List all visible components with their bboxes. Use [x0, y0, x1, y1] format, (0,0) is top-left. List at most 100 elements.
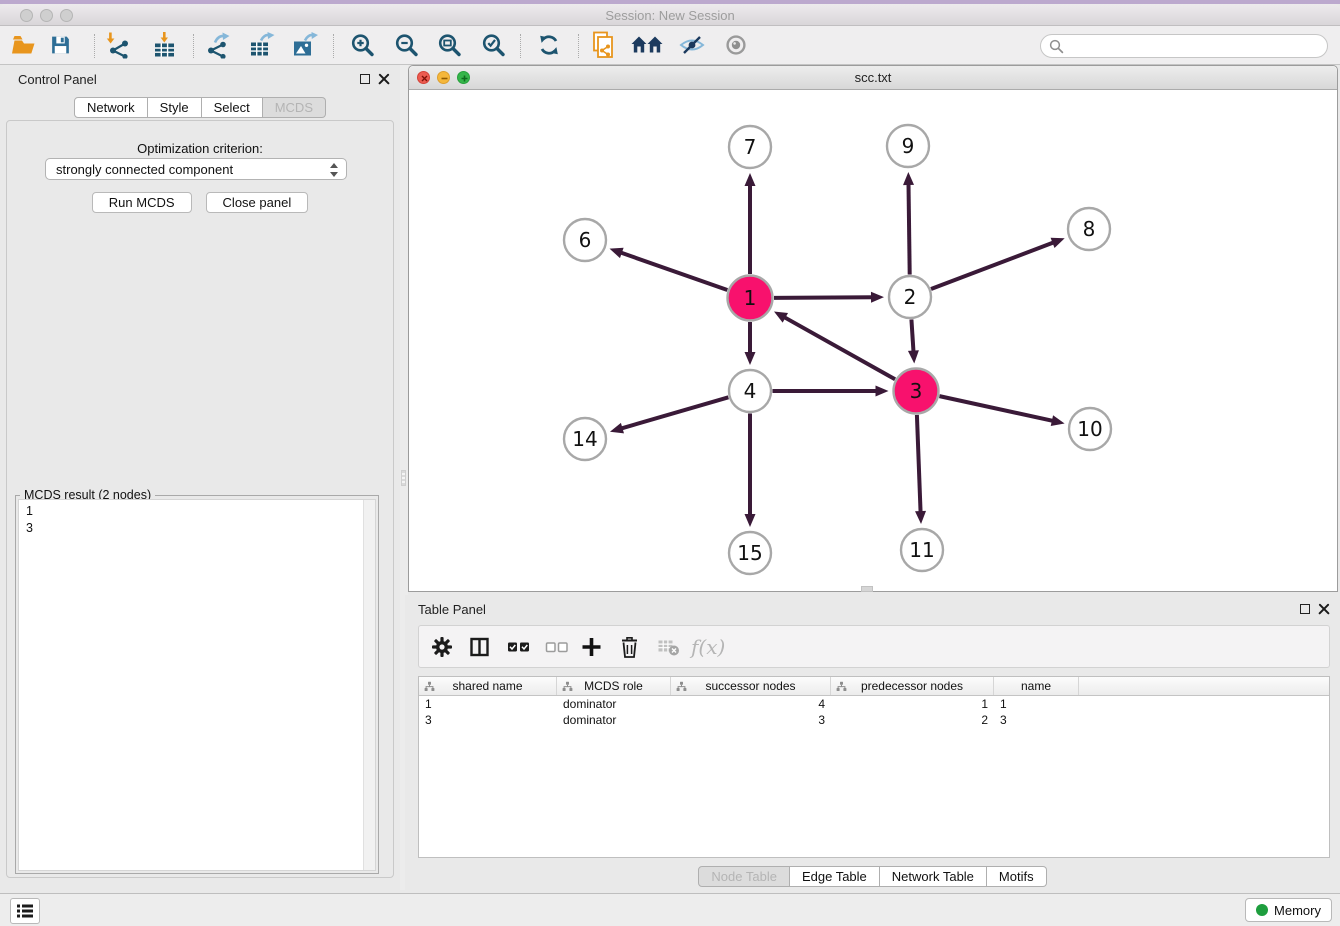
- graph-edge-arrowhead: [610, 248, 624, 258]
- graph-edge-1-6[interactable]: [620, 252, 727, 290]
- settings-gear-icon[interactable]: [431, 636, 453, 658]
- float-table-panel-icon[interactable]: [1300, 604, 1310, 614]
- tab-network[interactable]: Network: [74, 97, 148, 118]
- memory-status-dot: [1256, 904, 1268, 916]
- table-cell[interactable]: dominator: [557, 712, 671, 728]
- table-toolbar: f(x): [418, 625, 1330, 668]
- tab-select[interactable]: Select: [202, 97, 263, 118]
- zoom-selected-icon[interactable]: [481, 33, 506, 58]
- table-cell[interactable]: dominator: [557, 696, 671, 712]
- table-cell[interactable]: 2: [831, 712, 994, 728]
- close-table-panel-icon[interactable]: [1318, 603, 1330, 615]
- table-tab-network-table[interactable]: Network Table: [880, 866, 987, 887]
- graph-node-label: 3: [910, 379, 923, 403]
- table-row[interactable]: 3dominator323: [419, 712, 1329, 728]
- main-toolbar: [0, 26, 1340, 65]
- network-canvas[interactable]: 7968124314101511: [409, 90, 1337, 591]
- column-panel-icon[interactable]: [469, 636, 490, 657]
- node-table[interactable]: shared name MCDS rolesuccessor nodes prede…: [418, 676, 1330, 858]
- save-icon[interactable]: [49, 34, 72, 57]
- graph-node-label: 11: [909, 538, 934, 562]
- dropdown-stepper-icon: [330, 162, 339, 178]
- new-network-from-selection-icon[interactable]: [590, 31, 617, 59]
- function-builder-icon[interactable]: f(x): [691, 635, 725, 659]
- export-image-icon[interactable]: [291, 32, 318, 59]
- table-body: 1dominator4113dominator323: [419, 696, 1329, 728]
- toolbar-separator: [333, 34, 334, 58]
- table-panel: Table Panel f(x) shared n: [405, 595, 1340, 893]
- graph-edge-2-3[interactable]: [911, 319, 913, 352]
- table-cell[interactable]: 1: [994, 696, 1079, 712]
- table-cell[interactable]: 1: [419, 696, 557, 712]
- column-type-icon: [836, 681, 847, 692]
- graph-edge-arrowhead: [1051, 415, 1065, 426]
- column-header-MCDS-role[interactable]: MCDS role: [557, 677, 671, 695]
- criterion-dropdown[interactable]: strongly connected component: [45, 158, 347, 180]
- graph-edge-3-1[interactable]: [784, 317, 895, 379]
- graph-edge-4-14[interactable]: [621, 397, 729, 428]
- tab-style[interactable]: Style: [148, 97, 202, 118]
- close-panel-icon[interactable]: [378, 73, 390, 85]
- export-table-icon[interactable]: [248, 32, 275, 59]
- run-mcds-button[interactable]: Run MCDS: [92, 192, 192, 213]
- column-type-icon: [562, 681, 573, 692]
- zoom-out-icon[interactable]: [394, 33, 419, 58]
- app-titlebar: Session: New Session: [0, 4, 1340, 26]
- result-scrollbar[interactable]: [363, 500, 375, 870]
- select-all-icon[interactable]: [507, 640, 531, 654]
- show-panel-eye-icon[interactable]: [724, 34, 748, 56]
- column-header-label: predecessor nodes: [861, 679, 963, 693]
- control-panel-title: Control Panel: [18, 72, 97, 87]
- delete-table-icon[interactable]: [657, 637, 680, 656]
- tab-mcds[interactable]: MCDS: [263, 97, 326, 118]
- column-header-predecessor-nodes[interactable]: predecessor nodes: [831, 677, 994, 695]
- memory-button[interactable]: Memory: [1245, 898, 1332, 922]
- graph-edge-arrowhead: [915, 511, 926, 524]
- search-box[interactable]: [1040, 34, 1328, 58]
- graph-edge-arrowhead: [745, 514, 756, 527]
- zoom-in-icon[interactable]: [350, 33, 375, 58]
- graph-edge-3-10[interactable]: [939, 396, 1053, 421]
- graph-edge-2-9[interactable]: [908, 183, 909, 275]
- search-input[interactable]: [1069, 36, 1327, 56]
- open-folder-icon[interactable]: [10, 34, 37, 57]
- graph-edge-2-8[interactable]: [931, 242, 1054, 289]
- graph-node-label: 14: [572, 427, 597, 451]
- optimization-criterion-label: Optimization criterion:: [7, 141, 393, 156]
- table-cell[interactable]: 1: [831, 696, 994, 712]
- table-tab-motifs[interactable]: Motifs: [987, 866, 1047, 887]
- zoom-fit-icon[interactable]: [437, 33, 462, 58]
- import-table-icon[interactable]: [151, 32, 178, 59]
- task-list-button[interactable]: [10, 898, 40, 924]
- window-bottom-grip[interactable]: [861, 586, 873, 592]
- table-cell[interactable]: 4: [671, 696, 831, 712]
- home-icon[interactable]: [631, 35, 663, 56]
- network-window-titlebar[interactable]: scc.txt: [409, 66, 1337, 90]
- divider-grip[interactable]: [401, 470, 406, 486]
- network-graph[interactable]: 7968124314101511: [409, 90, 1337, 591]
- table-tab-edge-table[interactable]: Edge Table: [790, 866, 880, 887]
- table-row[interactable]: 1dominator411: [419, 696, 1329, 712]
- graph-edge-arrowhead: [903, 172, 914, 185]
- export-network-icon[interactable]: [204, 32, 231, 59]
- graph-edge-arrowhead: [745, 352, 756, 365]
- mcds-result-area[interactable]: 13: [18, 499, 376, 871]
- column-header-name[interactable]: name: [994, 677, 1079, 695]
- refresh-icon[interactable]: [536, 33, 562, 58]
- table-cell[interactable]: 3: [671, 712, 831, 728]
- column-header-successor-nodes[interactable]: successor nodes: [671, 677, 831, 695]
- table-cell[interactable]: 3: [994, 712, 1079, 728]
- graph-edge-3-11[interactable]: [917, 415, 921, 513]
- unselect-all-icon[interactable]: [545, 640, 569, 654]
- table-cell[interactable]: 3: [419, 712, 557, 728]
- close-panel-button[interactable]: Close panel: [206, 192, 309, 213]
- add-column-icon[interactable]: [581, 636, 602, 657]
- column-header-label: shared name: [452, 679, 522, 693]
- float-panel-icon[interactable]: [360, 74, 370, 84]
- graph-edge-1-2[interactable]: [774, 297, 873, 298]
- import-network-icon[interactable]: [104, 32, 131, 59]
- hide-panel-eye-slash-icon[interactable]: [679, 35, 705, 56]
- table-tab-node-table[interactable]: Node Table: [698, 866, 790, 887]
- delete-column-trash-icon[interactable]: [620, 636, 639, 658]
- column-header-shared-name[interactable]: shared name: [419, 677, 557, 695]
